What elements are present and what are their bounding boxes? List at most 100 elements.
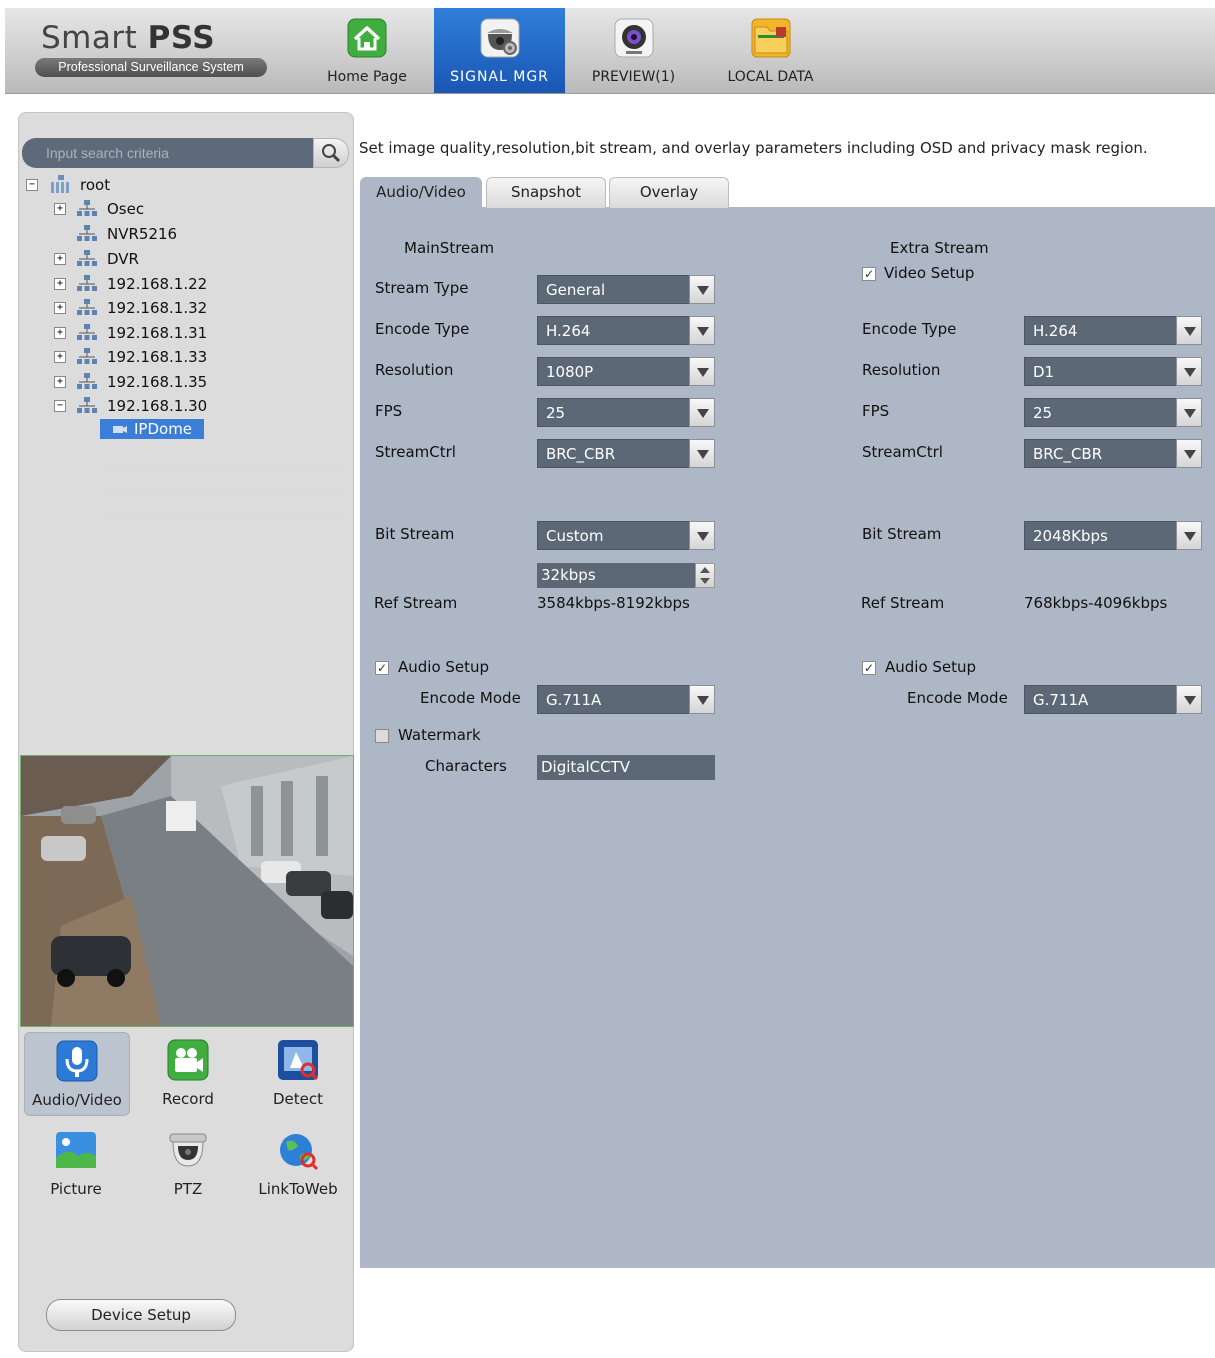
video-preview[interactable]: [20, 755, 354, 1027]
audio-setup-checkbox[interactable]: ✓: [375, 661, 389, 675]
expand-icon[interactable]: +: [54, 327, 66, 339]
video-setup-checkbox[interactable]: ✓: [862, 267, 876, 281]
tree-node[interactable]: − 192.168.1.30: [50, 395, 340, 419]
encode-mode-select[interactable]: G.711A: [537, 685, 715, 714]
streamctrl-label: StreamCtrl: [375, 443, 456, 461]
tab-audio-video[interactable]: Audio/Video: [360, 177, 482, 208]
ref-stream-value: 3584kbps-8192kbps: [537, 594, 690, 612]
dropdown-arrow-icon[interactable]: [1176, 316, 1202, 345]
detect-icon: [278, 1040, 319, 1081]
dropdown-arrow-icon[interactable]: [689, 275, 715, 304]
function-picture[interactable]: Picture: [24, 1122, 128, 1204]
tree-node[interactable]: +192.168.1.35: [50, 371, 340, 395]
extra-encode-mode-label: Encode Mode: [907, 689, 1008, 707]
search-input[interactable]: [22, 138, 314, 168]
extra-streamctrl-label: StreamCtrl: [862, 443, 943, 461]
expand-icon[interactable]: +: [54, 253, 66, 265]
expand-icon[interactable]: +: [54, 351, 66, 363]
expand-icon[interactable]: +: [54, 302, 66, 314]
extra-fps-select[interactable]: 25: [1024, 398, 1202, 427]
dropdown-arrow-icon[interactable]: [689, 316, 715, 345]
dropdown-arrow-icon[interactable]: [689, 685, 715, 714]
stream-type-select[interactable]: General: [537, 275, 715, 304]
audio-setup-label: Audio Setup: [398, 658, 490, 676]
extra-bitstream-select[interactable]: 2048Kbps: [1024, 521, 1202, 550]
tree-node[interactable]: NVR5216: [50, 223, 340, 247]
dropdown-arrow-icon[interactable]: [689, 398, 715, 427]
collapse-icon[interactable]: −: [54, 400, 66, 412]
bitstream-select[interactable]: Custom: [537, 521, 715, 550]
select-value: H.264: [1033, 322, 1078, 340]
camera-icon: [113, 426, 127, 433]
spinner-value[interactable]: 32kbps: [541, 566, 596, 584]
dropdown-arrow-icon[interactable]: [1176, 521, 1202, 550]
extra-audio-setup-checkbox[interactable]: ✓: [862, 661, 876, 675]
app-header: Smart PSS Professional Surveillance Syst…: [5, 8, 1215, 94]
tab-local-data[interactable]: LOCAL DATA: [708, 8, 833, 93]
fps-label: FPS: [375, 402, 403, 420]
device-network-icon: [76, 274, 98, 294]
tab-home-page[interactable]: Home Page: [311, 8, 423, 93]
dropdown-arrow-icon[interactable]: [689, 439, 715, 468]
tab-label: LOCAL DATA: [727, 69, 814, 85]
streamctrl-select[interactable]: BRC_CBR: [537, 439, 715, 468]
dropdown-arrow-icon[interactable]: [689, 521, 715, 550]
search-button[interactable]: [313, 138, 349, 168]
extra-fps-label: FPS: [862, 402, 890, 420]
expand-icon[interactable]: +: [54, 203, 66, 215]
camera-dome-gear-icon: [480, 18, 519, 58]
dropdown-arrow-icon[interactable]: [1176, 357, 1202, 386]
dropdown-arrow-icon[interactable]: [1176, 398, 1202, 427]
tree-node[interactable]: + DVR: [50, 248, 340, 272]
extra-resolution-select[interactable]: D1: [1024, 357, 1202, 386]
tree-node[interactable]: +192.168.1.32: [50, 297, 340, 321]
tree-label: DVR: [107, 250, 139, 268]
dropdown-arrow-icon[interactable]: [689, 357, 715, 386]
video-setup-label: Video Setup: [884, 264, 975, 282]
function-ptz[interactable]: PTZ: [136, 1122, 240, 1204]
function-detect[interactable]: Detect: [246, 1032, 350, 1114]
device-network-icon: [76, 224, 98, 244]
encode-mode-label: Encode Mode: [420, 689, 521, 707]
device-setup-button[interactable]: Device Setup: [46, 1299, 236, 1331]
tree-label: 192.168.1.32: [107, 299, 208, 317]
dropdown-arrow-icon[interactable]: [1176, 439, 1202, 468]
extra-encode-type-select[interactable]: H.264: [1024, 316, 1202, 345]
expand-icon[interactable]: +: [54, 278, 66, 290]
function-label: Audio/Video: [32, 1091, 122, 1109]
extra-streamctrl-select[interactable]: BRC_CBR: [1024, 439, 1202, 468]
tree-node[interactable]: +192.168.1.22: [50, 273, 340, 297]
dropdown-arrow-icon[interactable]: [1176, 685, 1202, 714]
tree-node[interactable]: + Osec: [50, 198, 340, 222]
tree-empty-area: [100, 447, 350, 542]
select-value: H.264: [546, 322, 591, 340]
tree-label: 192.168.1.31: [107, 324, 208, 342]
function-record[interactable]: Record: [136, 1032, 240, 1114]
tree-node[interactable]: +192.168.1.33: [50, 346, 340, 370]
function-linktoweb[interactable]: LinkToWeb: [246, 1122, 350, 1204]
tab-snapshot[interactable]: Snapshot: [486, 177, 606, 208]
tree-root[interactable]: − root: [24, 174, 344, 198]
microphone-icon: [56, 1040, 98, 1082]
encode-type-select[interactable]: H.264: [537, 316, 715, 345]
resolution-select[interactable]: 1080P: [537, 357, 715, 386]
bitstream-custom-spinner[interactable]: 32kbps: [537, 563, 715, 588]
fps-select[interactable]: 25: [537, 398, 715, 427]
select-value: BRC_CBR: [1033, 445, 1103, 463]
tab-signal-mgr[interactable]: SIGNAL MGR: [434, 8, 565, 93]
tab-preview[interactable]: PREVIEW(1): [576, 8, 691, 93]
spinner-arrows-icon[interactable]: [695, 563, 715, 588]
characters-input[interactable]: DigitalCCTV: [537, 755, 715, 780]
extra-resolution-label: Resolution: [862, 361, 941, 379]
tree-node[interactable]: +192.168.1.31: [50, 322, 340, 346]
function-audio-video[interactable]: Audio/Video: [24, 1032, 130, 1116]
tab-label: SIGNAL MGR: [450, 69, 549, 85]
expand-icon[interactable]: +: [54, 376, 66, 388]
extra-encode-mode-select[interactable]: G.711A: [1024, 685, 1202, 714]
collapse-icon[interactable]: −: [26, 179, 38, 191]
watermark-checkbox[interactable]: [375, 729, 389, 743]
root-tree-icon: [51, 175, 69, 193]
device-network-icon: [76, 372, 98, 392]
globe-icon: [280, 1134, 319, 1171]
tab-overlay[interactable]: Overlay: [609, 177, 729, 208]
